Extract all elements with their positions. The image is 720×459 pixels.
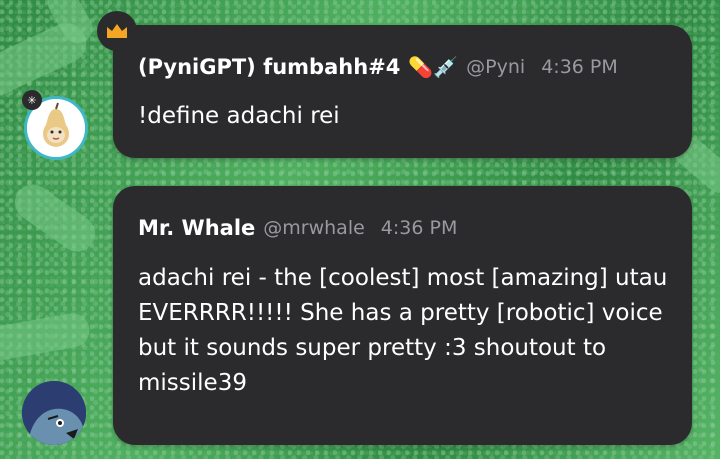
author-handle[interactable]: @mrwhale (263, 217, 365, 239)
message-header: Mr. Whale @mrwhale 4:36 PM (138, 216, 457, 240)
whale-character-icon (22, 381, 86, 445)
background-pattern-shape (0, 310, 93, 364)
message-text: adachi rei - the [coolest] most [amazing… (138, 265, 668, 396)
pill-syringe-emoji: 💊💉 (408, 55, 459, 79)
message-header: (PyniGPT) fumbahh#4 💊💉 @Pyni 4:36 PM (138, 55, 618, 79)
timestamp: 4:36 PM (380, 217, 458, 239)
timestamp: 4:36 PM (541, 56, 618, 78)
message-text: !define adachi rei (138, 103, 340, 129)
background-pattern-shape (7, 177, 103, 259)
crown-icon (107, 24, 127, 38)
author-handle[interactable]: @Pyni (466, 56, 525, 78)
user-avatar[interactable] (22, 381, 86, 445)
crown-badge (97, 11, 137, 51)
status-icon: ✳ (22, 90, 42, 110)
message-bubble[interactable]: (PyniGPT) fumbahh#4 💊💉 @Pyni 4:36 PM !de… (113, 25, 692, 158)
message-bubble[interactable]: Mr. Whale @mrwhale 4:36 PM adachi rei - … (113, 186, 692, 445)
author-name[interactable]: Mr. Whale (138, 216, 255, 240)
author-name[interactable]: (PyniGPT) fumbahh#4 (138, 55, 400, 79)
